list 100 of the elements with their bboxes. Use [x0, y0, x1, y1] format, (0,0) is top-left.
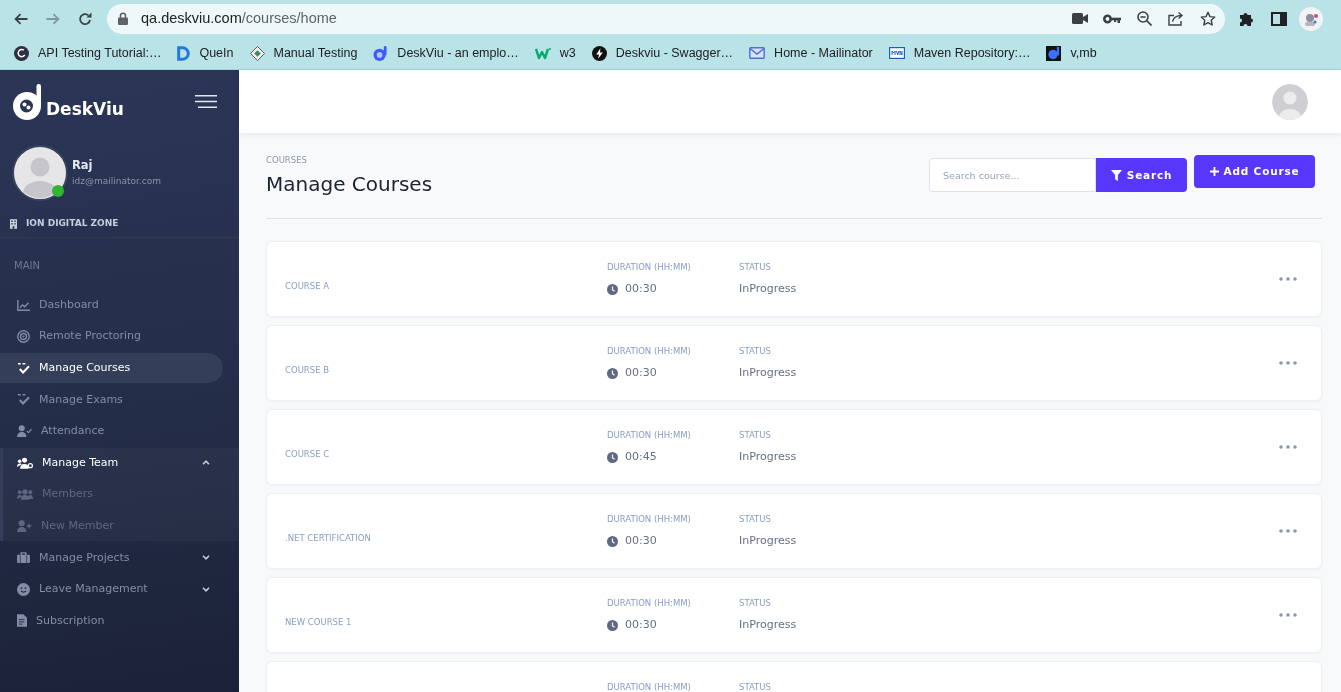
envelope-icon — [749, 47, 766, 59]
search-field[interactable]: Search course... — [929, 158, 1096, 192]
smiley-icon — [17, 582, 30, 596]
search-button[interactable]: Search — [1096, 158, 1187, 192]
favicon-icon — [373, 45, 389, 61]
url-text: qa.deskviu.com/courses/home — [141, 8, 337, 28]
favicon-icon — [14, 45, 29, 61]
check-icon — [17, 394, 30, 406]
nav-item[interactable]: Manage Team — [0, 447, 223, 478]
nav-item[interactable]: Attendance — [0, 416, 223, 447]
status-label: STATUS — [739, 598, 771, 608]
nav-item[interactable]: Leave Management — [0, 574, 223, 605]
status-label: STATUS — [739, 430, 771, 440]
section-label: MAIN — [14, 260, 40, 272]
menu-icon[interactable] — [195, 95, 217, 108]
plus-icon — [1209, 167, 1219, 176]
logo-text: DeskViu — [46, 97, 124, 120]
user-name: Raj — [72, 158, 93, 172]
favicon-icon — [177, 45, 191, 61]
duration-value: 00:30 — [625, 534, 657, 548]
add-course-button[interactable]: Add Course — [1194, 155, 1315, 188]
duration-value: 00:45 — [625, 450, 657, 464]
status-label: STATUS — [739, 682, 771, 692]
favicon-icon — [1046, 45, 1062, 61]
clock-icon — [607, 451, 618, 463]
course-name: NEW COURSE 1 — [285, 617, 352, 627]
duration-value: 00:30 — [625, 618, 657, 632]
puzzle-icon[interactable] — [1239, 10, 1255, 27]
bookmark[interactable]: Home - Mailinator — [749, 43, 873, 63]
duration-value: 00:30 — [625, 282, 657, 296]
nav-item[interactable]: Manage Exams — [0, 384, 223, 415]
more-icon[interactable] — [1279, 529, 1297, 533]
share-icon[interactable] — [1168, 11, 1184, 26]
nav-item[interactable]: Remote Proctoring — [0, 321, 223, 352]
duration-value: 00:30 — [625, 366, 657, 380]
star-icon[interactable] — [1200, 10, 1216, 27]
clock-icon — [607, 367, 618, 379]
lightning-icon — [591, 45, 607, 61]
video-camera-icon[interactable] — [1072, 13, 1088, 24]
target-icon — [17, 330, 30, 344]
status-label: STATUS — [739, 514, 771, 524]
duration-label: DURATION (HH:MM) — [607, 598, 691, 608]
bookmark[interactable]: Maven Repository:… — [888, 43, 1031, 63]
side-panel-icon[interactable] — [1271, 11, 1287, 26]
user-plus-icon — [17, 520, 32, 533]
check-icon — [17, 362, 30, 374]
key-icon[interactable] — [1103, 13, 1121, 24]
zoom-out-icon[interactable] — [1136, 11, 1152, 26]
clock-icon — [607, 283, 618, 295]
clock-icon — [607, 619, 618, 631]
page-title: Manage Courses — [266, 171, 433, 197]
bookmark[interactable]: API Testing Tutorial:… — [14, 43, 162, 63]
lock-icon[interactable] — [118, 12, 128, 25]
bookmark[interactable]: Manual Testing — [249, 43, 358, 63]
avatar-icon[interactable] — [1299, 6, 1323, 31]
bookmark[interactable]: DeskViu - an emplo… — [373, 43, 519, 63]
diamond-icon — [249, 45, 265, 61]
bookmark[interactable]: QueIn — [177, 43, 234, 63]
course-name: COURSE C — [285, 449, 330, 459]
status-label: STATUS — [739, 346, 771, 356]
more-icon[interactable] — [1279, 361, 1297, 365]
address-bar[interactable]: qa.deskviu.com/courses/home — [107, 3, 1225, 34]
back-icon[interactable] — [14, 12, 28, 25]
document-icon — [17, 614, 27, 628]
duration-label: DURATION (HH:MM) — [607, 262, 691, 272]
more-icon[interactable] — [1279, 445, 1297, 449]
course-name: COURSE B — [285, 365, 330, 375]
clock-icon — [607, 535, 618, 547]
avatar-icon — [12, 145, 68, 201]
logo-icon — [13, 83, 43, 120]
favicon-icon — [888, 47, 905, 59]
status-value: InProgress — [739, 618, 797, 632]
user-check-icon — [17, 425, 32, 438]
users-icon — [17, 489, 33, 501]
filter-icon — [1110, 169, 1122, 181]
duration-label: DURATION (HH:MM) — [607, 346, 691, 356]
building-icon — [10, 219, 17, 229]
nav-item[interactable]: Manage Projects — [0, 542, 223, 573]
status-label: STATUS — [739, 262, 771, 272]
status-value: InProgress — [739, 282, 797, 296]
duration-label: DURATION (HH:MM) — [607, 430, 691, 440]
status-value: InProgress — [739, 450, 797, 464]
duration-label: DURATION (HH:MM) — [607, 514, 691, 524]
more-icon[interactable] — [1279, 277, 1297, 281]
nav-item[interactable]: Dashboard — [0, 290, 223, 320]
status-value: InProgress — [739, 534, 797, 548]
favicon-icon — [534, 46, 551, 60]
nav-item[interactable]: Subscription — [0, 605, 223, 636]
breadcrumb-text: COURSES — [266, 155, 307, 166]
user-email: idz@mailinator.com — [72, 175, 161, 187]
more-icon[interactable] — [1279, 613, 1297, 617]
organization-name: ION DIGITAL ZONE — [26, 217, 119, 231]
bookmark[interactable]: w3 — [534, 43, 576, 63]
status-value: InProgress — [739, 366, 797, 380]
chart-icon — [17, 299, 30, 311]
bookmark[interactable]: Deskviu - Swagger… — [591, 43, 734, 63]
course-name: COURSE A — [285, 281, 330, 291]
nav-item[interactable]: Manage Courses — [0, 353, 223, 384]
bookmark[interactable]: v,mb — [1046, 43, 1097, 63]
reload-icon[interactable] — [78, 11, 92, 26]
